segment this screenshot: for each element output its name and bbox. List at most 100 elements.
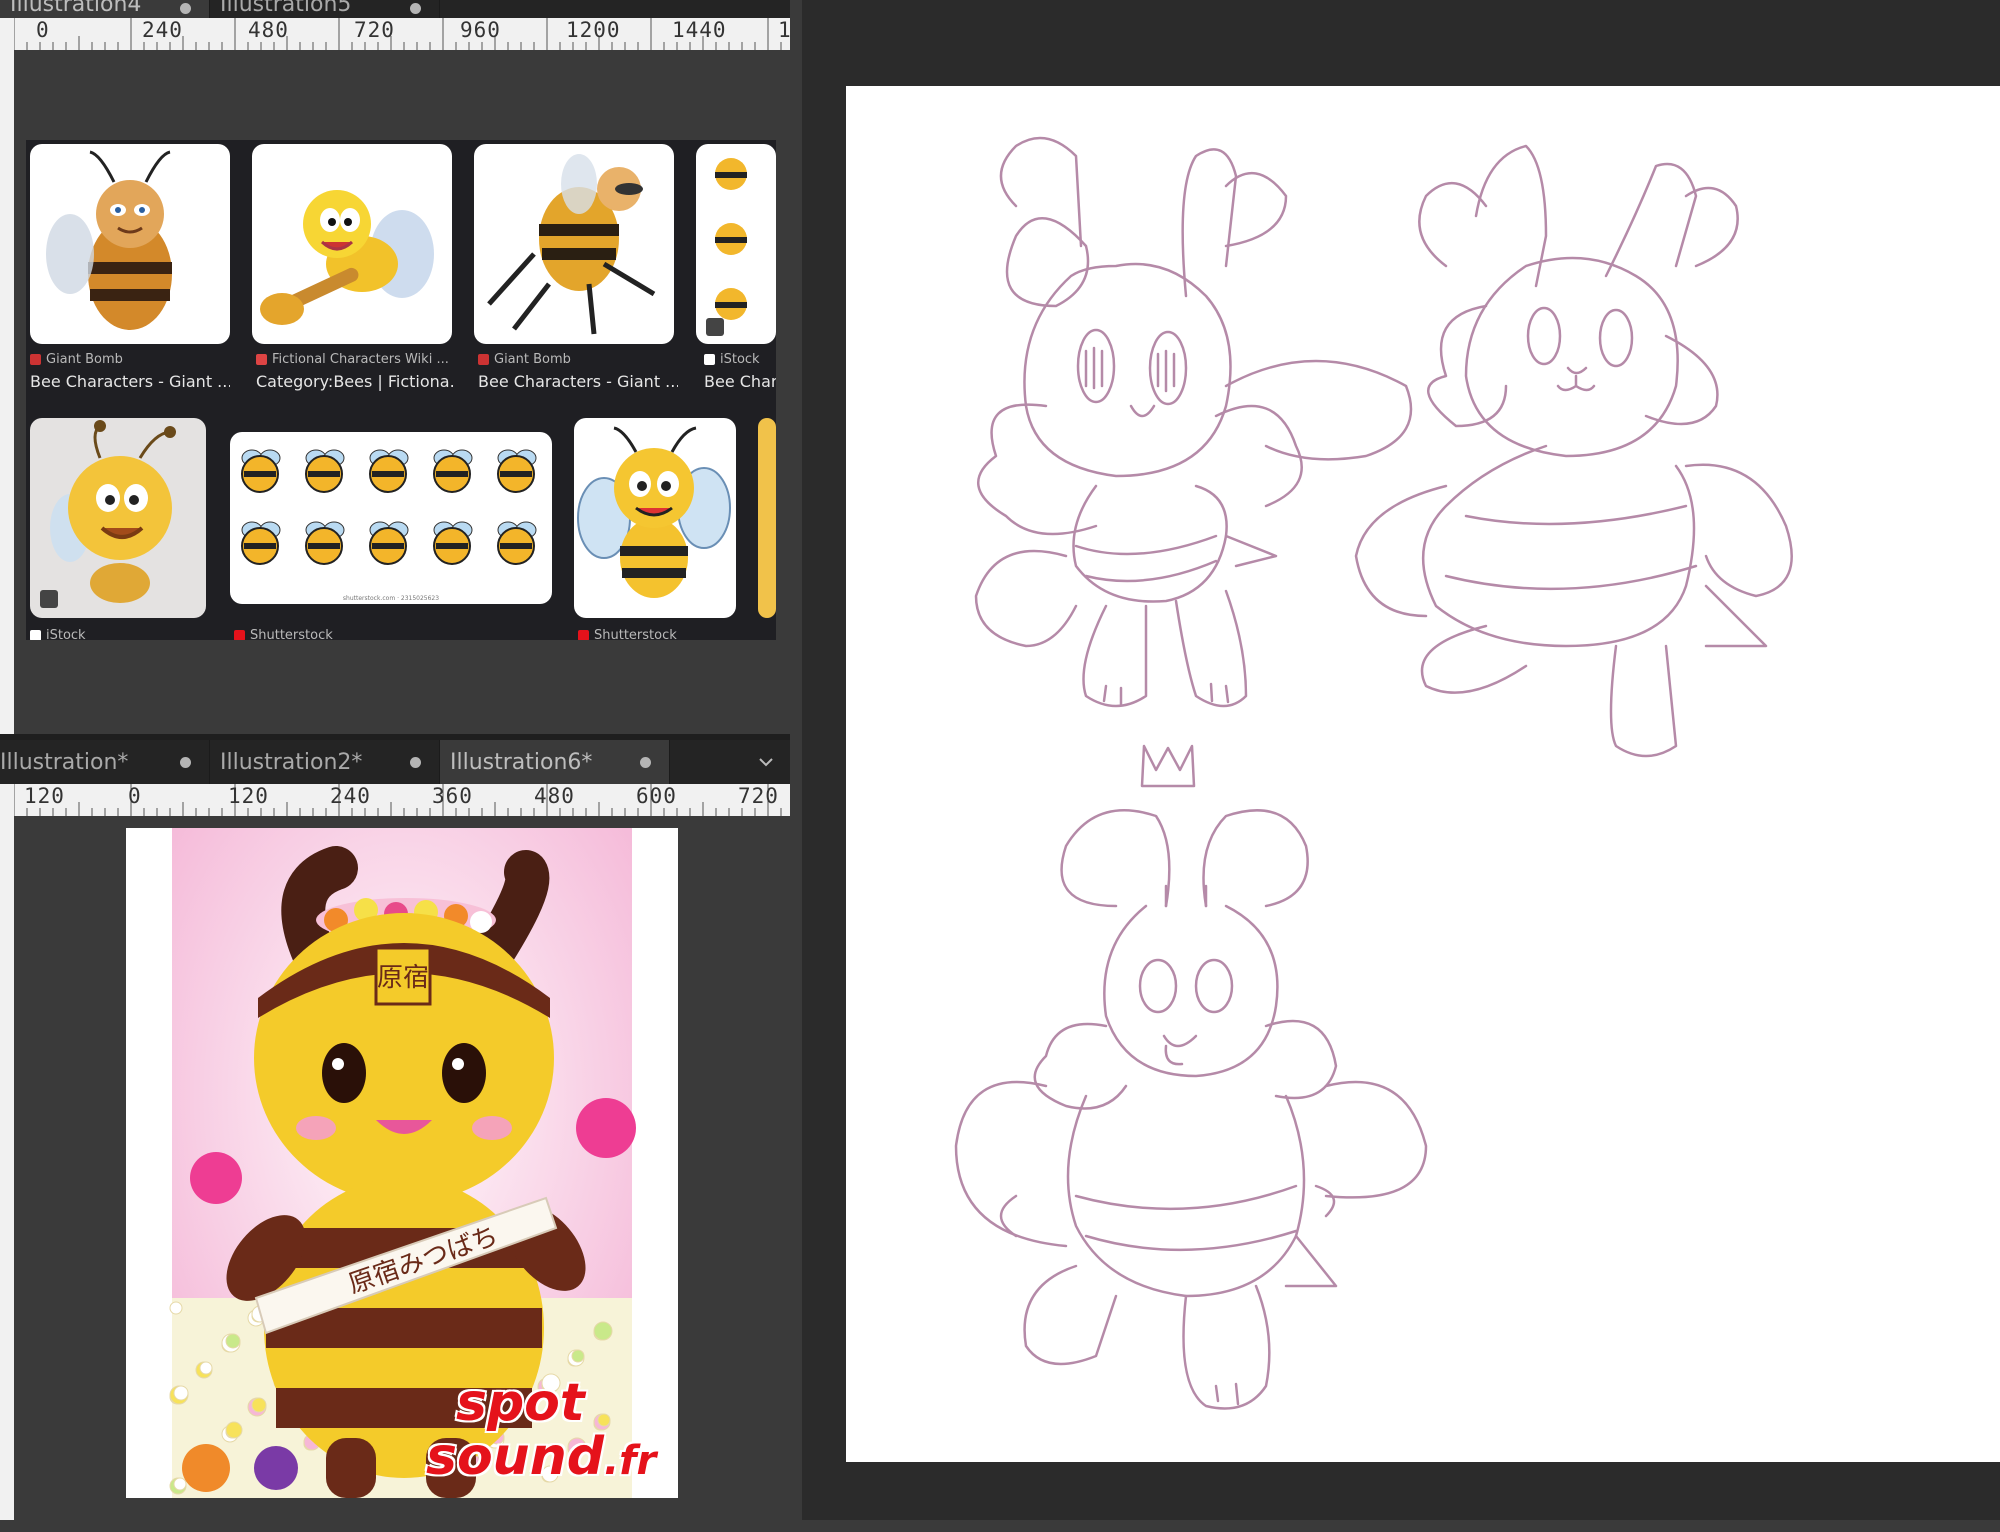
badge-text: 原宿	[377, 963, 429, 993]
bottom-tab-bar: Illustration* Illustration2* Illustratio…	[0, 740, 790, 784]
striped-bee-image	[577, 426, 731, 598]
bee-with-honey-image	[260, 190, 434, 325]
result-caption[interactable]: Bee Characters - Giant ...	[30, 372, 230, 391]
tab-illustration2[interactable]: Illustration2*	[210, 740, 440, 784]
tab-illustration5[interactable]: Illustration5	[210, 0, 440, 18]
source-label: Giant Bomb	[46, 352, 123, 367]
ruler-label: 480	[534, 784, 575, 808]
unsaved-dot-icon	[180, 3, 191, 14]
result-source[interactable]: Giant Bomb	[478, 352, 571, 367]
result-source[interactable]: iStock	[704, 352, 760, 367]
result-source[interactable]: Giant Bomb	[30, 352, 123, 367]
mascot-photo-canvas[interactable]: 原宿 原宿みつばち spot sound.fr	[126, 828, 678, 1498]
result-source[interactable]: Shutterstock	[234, 628, 333, 640]
top-tab-bar: Illustration4 Illustration5	[0, 0, 790, 18]
bottom-horizontal-ruler[interactable]: 120 0 120 240 360 480 600 720	[14, 784, 790, 816]
result-thumbnail[interactable]	[474, 144, 674, 344]
crown-icon	[1140, 744, 1196, 788]
walking-bee-image	[487, 154, 656, 335]
sketch-character-3	[954, 744, 1428, 1410]
sketch-character-1	[974, 136, 1413, 708]
image-search-results: Giant Bomb Bee Characters - Giant ... Fi…	[26, 140, 776, 640]
result-caption[interactable]: Category:Bees | Fictiona...	[256, 372, 456, 391]
favicon-icon	[234, 630, 245, 640]
unsaved-dot-icon	[410, 757, 421, 768]
favicon-icon	[256, 354, 267, 365]
top-horizontal-ruler[interactable]: 0 240 480 720 960 1200 1440 1	[14, 18, 790, 50]
tab-label: Illustration*	[0, 749, 129, 775]
bee-bunny-sketches	[954, 136, 1793, 1410]
left-panel-border	[790, 0, 802, 1520]
result-thumbnail[interactable]	[30, 418, 206, 618]
bee-icon	[369, 521, 409, 565]
favicon-icon	[578, 630, 589, 640]
result-source[interactable]: Shutterstock	[578, 628, 677, 640]
favicon-icon	[704, 354, 715, 365]
favicon-icon	[478, 354, 489, 365]
bee-icon	[497, 449, 537, 493]
top-vertical-ruler[interactable]	[0, 18, 14, 734]
result-caption[interactable]: Bee Characters - Giant ...	[478, 372, 678, 391]
tab-label: Illustration4	[10, 0, 142, 17]
tab-label: Illustration2*	[220, 749, 363, 775]
ruler-label: 1200	[566, 18, 621, 42]
bee-cartoon-image	[46, 150, 172, 330]
ruler-label: 0	[128, 784, 142, 808]
result-thumbnail[interactable]	[574, 418, 736, 618]
result-source[interactable]: Fictional Characters Wiki ...	[256, 352, 449, 367]
tab-illustration4[interactable]: Illustration4	[0, 0, 210, 18]
favicon-icon	[30, 630, 41, 640]
sketch-character-2	[1354, 144, 1793, 758]
sketch-canvas[interactable]	[846, 86, 2000, 1462]
chevron-down-icon	[759, 758, 773, 767]
watermark-line1: spot	[456, 1373, 585, 1433]
stock-watermark: shutterstock.com · 2315025623	[342, 595, 440, 602]
ruler-label: 720	[354, 18, 395, 42]
ruler-label: 120	[24, 784, 65, 808]
tab-illustration[interactable]: Illustration*	[0, 740, 210, 784]
source-label: iStock	[46, 628, 86, 640]
result-thumbnail[interactable]	[252, 144, 452, 344]
status-bar	[0, 1520, 2000, 1532]
source-label: Fictional Characters Wiki ...	[272, 352, 449, 367]
source-label: Shutterstock	[594, 628, 677, 640]
unsaved-dot-icon	[640, 757, 651, 768]
bee-icon	[497, 521, 537, 565]
result-thumbnail[interactable]	[696, 144, 776, 344]
bee-icon	[305, 449, 345, 493]
watermark-line2: sound.fr	[426, 1430, 676, 1488]
ruler-label: 1	[778, 18, 790, 42]
tab-illustration6[interactable]: Illustration6*	[440, 740, 670, 784]
favicon-icon	[30, 354, 41, 365]
unsaved-dot-icon	[410, 3, 421, 14]
bee-icon-set-image	[241, 449, 537, 565]
bee-set-image	[715, 158, 747, 320]
ruler-label: 600	[636, 784, 677, 808]
bottom-vertical-ruler[interactable]	[0, 784, 14, 1520]
unsaved-dot-icon	[180, 757, 191, 768]
watermark-word: sound	[426, 1427, 604, 1487]
result-source[interactable]: iStock	[30, 628, 86, 640]
tab-label: Illustration5	[220, 0, 352, 17]
spotsound-watermark: spot sound.fr	[426, 1376, 676, 1496]
bee-icon	[241, 521, 281, 565]
ruler-label: 0	[36, 18, 50, 42]
bee-icon	[241, 449, 281, 493]
result-thumbnail[interactable]: shutterstock.com · 2315025623	[230, 432, 552, 604]
result-thumbnail[interactable]	[758, 418, 776, 618]
ruler-label: 360	[432, 784, 473, 808]
bee-icon	[305, 521, 345, 565]
bee-icon	[433, 449, 473, 493]
round-bee-image	[50, 420, 176, 603]
bee-icon	[369, 449, 409, 493]
ruler-label: 240	[330, 784, 371, 808]
image-badge-icon	[40, 590, 58, 608]
tab-overflow-button[interactable]	[752, 748, 780, 776]
source-label: iStock	[720, 352, 760, 367]
result-thumbnail[interactable]	[30, 144, 230, 344]
ruler-label: 1440	[672, 18, 727, 42]
result-caption[interactable]: Bee Chara	[704, 372, 776, 391]
ruler-label: 720	[738, 784, 779, 808]
image-badge-icon	[706, 318, 724, 336]
ruler-label: 120	[228, 784, 269, 808]
